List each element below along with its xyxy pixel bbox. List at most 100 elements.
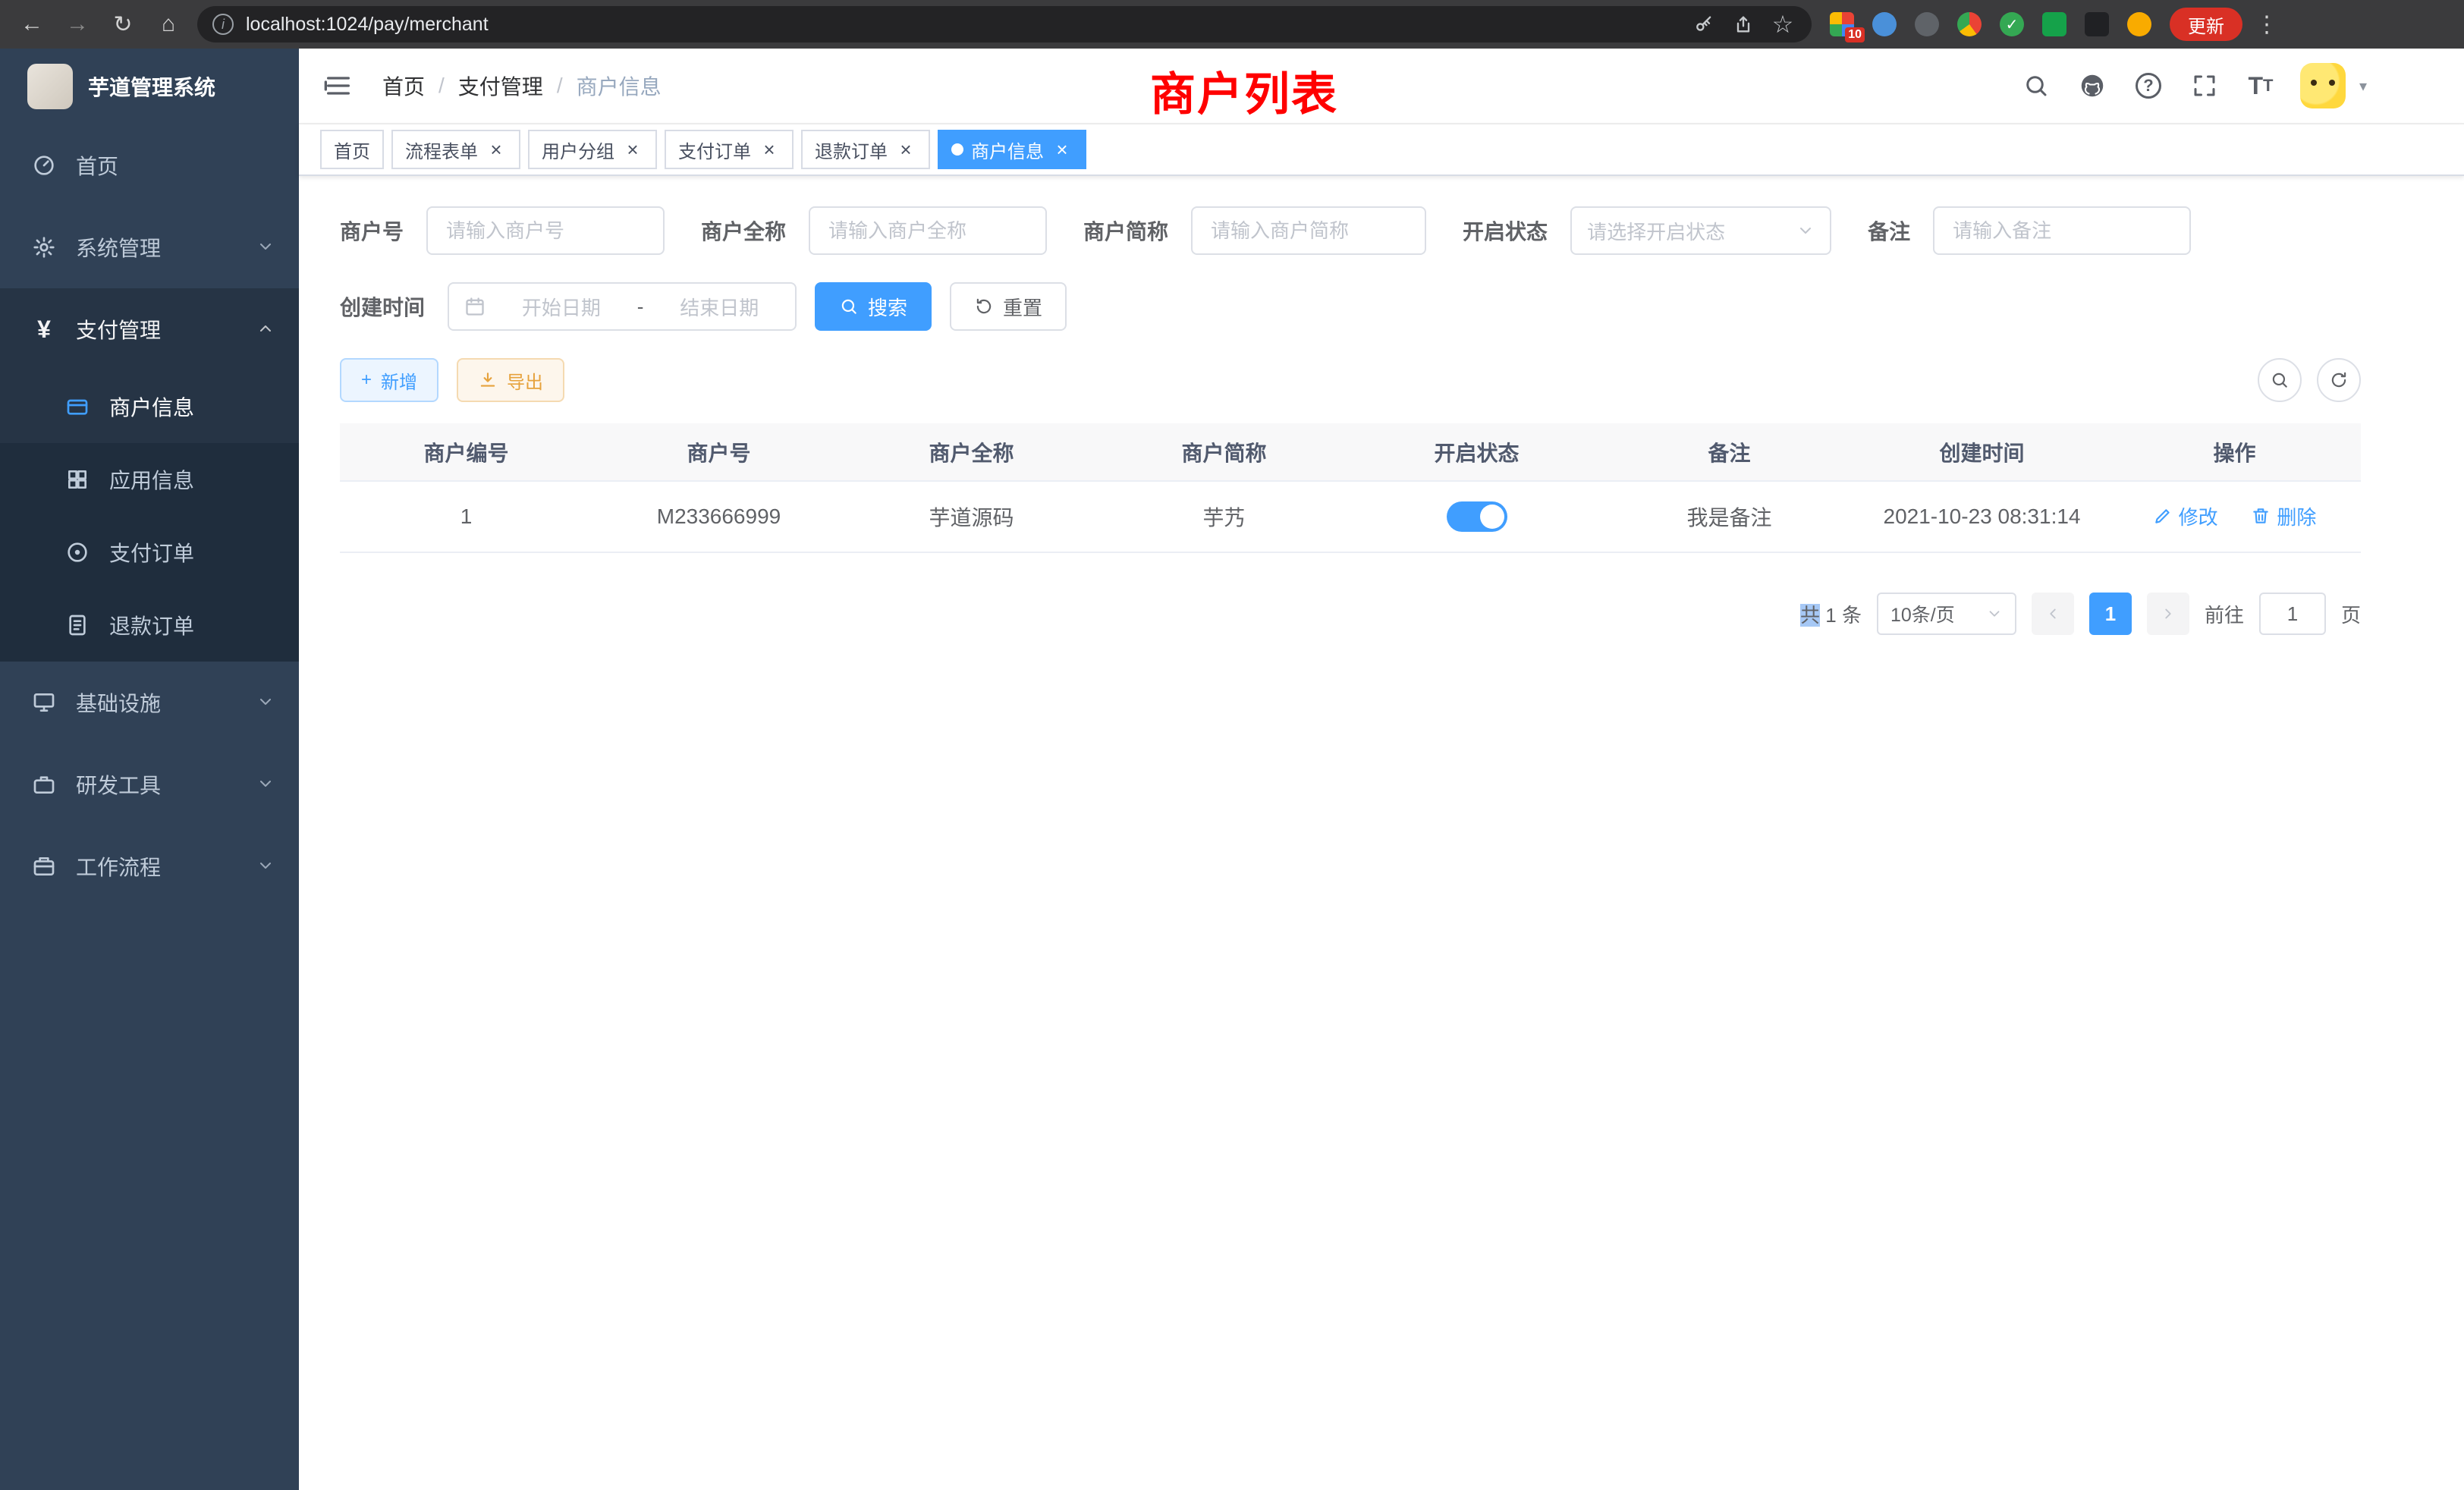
address-bar[interactable]: i localhost:1024/pay/merchant ☆ [197, 6, 1812, 42]
merchant-no-input[interactable] [426, 206, 665, 255]
delete-link[interactable]: 删除 [2251, 502, 2316, 530]
github-icon[interactable] [2076, 69, 2109, 102]
tab-close-icon[interactable]: × [486, 139, 507, 160]
credit-card-icon [64, 393, 91, 420]
sidebar-item-dev-tools[interactable]: 研发工具 [0, 743, 299, 825]
prev-page-button[interactable] [2032, 593, 2074, 635]
tab-pay-order[interactable]: 支付订单 × [665, 130, 794, 169]
remark-input[interactable] [1933, 206, 2191, 255]
extension-icon-face[interactable] [2127, 12, 2151, 36]
date-start-placeholder: 开始日期 [501, 293, 622, 321]
share-icon[interactable] [1730, 11, 1757, 38]
sidebar-item-merchant-info[interactable]: 商户信息 [0, 370, 299, 443]
sidebar-item-infrastructure[interactable]: 基础设施 [0, 662, 299, 743]
screen: ← → ↻ ⌂ i localhost:1024/pay/merchant ☆ … [0, 0, 2464, 1490]
edit-link[interactable]: 修改 [2153, 502, 2218, 530]
tab-merchant-info[interactable]: 商户信息 × [938, 130, 1086, 169]
chevron-right-icon [2160, 605, 2176, 622]
reset-button[interactable]: 重置 [950, 282, 1067, 331]
refresh-table-button[interactable] [2317, 358, 2361, 402]
sidebar-item-refund-order[interactable]: 退款订单 [0, 589, 299, 662]
fullscreen-icon[interactable] [2188, 69, 2221, 102]
bookmark-star-icon[interactable]: ☆ [1769, 11, 1796, 38]
export-button[interactable]: 导出 [457, 358, 564, 402]
sidebar-logo[interactable]: 芋道管理系统 [0, 49, 299, 124]
filter-label: 商户简称 [1083, 215, 1168, 246]
goto-page-input[interactable] [2259, 593, 2326, 635]
browser-forward-icon[interactable]: → [61, 8, 94, 41]
extensions-grid-icon[interactable]: 10 [1830, 12, 1854, 36]
cell-actions: 修改 删除 [2108, 481, 2361, 552]
tab-label: 商户信息 [971, 137, 1044, 163]
tab-close-icon[interactable]: × [1051, 139, 1073, 160]
sidebar-item-pay-order[interactable]: 支付订单 [0, 516, 299, 589]
page-size-select[interactable]: 10条/页 [1877, 593, 2016, 635]
extension-icon-dark-circle[interactable] [1915, 12, 1939, 36]
extension-icon-drop[interactable] [1872, 12, 1897, 36]
date-range-picker[interactable]: 开始日期 - 结束日期 [448, 282, 797, 331]
app-title: 芋道管理系统 [88, 71, 215, 102]
add-button[interactable]: + 新增 [340, 358, 438, 402]
tab-user-group[interactable]: 用户分组 × [528, 130, 657, 169]
help-icon[interactable]: ? [2132, 69, 2165, 102]
breadcrumb: 首页 / 支付管理 / 商户信息 [382, 71, 662, 101]
tab-process-form[interactable]: 流程表单 × [391, 130, 520, 169]
sidebar-item-label: 系统管理 [76, 232, 161, 262]
tab-close-icon[interactable]: × [895, 139, 916, 160]
search-button[interactable]: 搜索 [815, 282, 932, 331]
sidebar-item-system[interactable]: 系统管理 [0, 206, 299, 288]
extension-icon-colorful[interactable] [1957, 12, 1982, 36]
url-text: localhost:1024/pay/merchant [246, 14, 1678, 36]
browser-refresh-icon[interactable]: ↻ [106, 8, 140, 41]
chevron-down-icon [256, 692, 278, 713]
next-page-button[interactable] [2147, 593, 2189, 635]
col-actions: 操作 [2108, 423, 2361, 481]
chevron-down-icon [1986, 605, 2003, 622]
breadcrumb-current: 商户信息 [577, 71, 662, 101]
breadcrumb-payment[interactable]: 支付管理 [458, 71, 543, 101]
navbar: 首页 / 支付管理 / 商户信息 ? [299, 49, 2464, 124]
status-toggle[interactable] [1447, 501, 1507, 532]
delete-trash-icon [2251, 506, 2271, 526]
download-icon [478, 370, 498, 390]
tab-home[interactable]: 首页 [320, 130, 384, 169]
pagination-total: 共 1 条 [1800, 600, 1862, 628]
tab-close-icon[interactable]: × [759, 139, 780, 160]
extension-icon-green-square[interactable] [2042, 12, 2066, 36]
short-name-input[interactable] [1191, 206, 1426, 255]
browser-home-icon[interactable]: ⌂ [152, 8, 185, 41]
breadcrumb-separator: / [438, 74, 445, 98]
chrome-update-button[interactable]: 更新 [2170, 8, 2242, 41]
tab-close-icon[interactable]: × [622, 139, 643, 160]
avatar[interactable] [2300, 63, 2346, 108]
hamburger-icon[interactable] [322, 69, 355, 102]
status-select[interactable]: 请选择开启状态 [1570, 206, 1831, 255]
full-name-input[interactable] [809, 206, 1047, 255]
chrome-menu-icon[interactable]: ⋮ [2255, 11, 2279, 38]
sidebar-item-app-info[interactable]: 应用信息 [0, 443, 299, 516]
page-number-button[interactable]: 1 [2089, 593, 2132, 635]
site-info-icon[interactable]: i [212, 14, 234, 35]
table-row: 1 M233666999 芋道源码 芋艿 我是备注 2021-10-23 08:… [340, 481, 2361, 552]
browser-back-icon[interactable]: ← [15, 8, 49, 41]
sidebar-item-workflow[interactable]: 工作流程 [0, 825, 299, 907]
search-icon[interactable] [2019, 69, 2053, 102]
tab-refund-order[interactable]: 退款订单 × [801, 130, 930, 169]
toggle-search-button[interactable] [2258, 358, 2302, 402]
password-key-icon[interactable] [1690, 11, 1718, 38]
tab-label: 首页 [334, 137, 370, 163]
font-size-icon[interactable]: TT [2244, 69, 2277, 102]
breadcrumb-home[interactable]: 首页 [382, 71, 425, 101]
avatar-caret-icon[interactable]: ▾ [2359, 77, 2367, 96]
main-area: 首页 / 支付管理 / 商户信息 ? [299, 49, 2464, 1490]
cell-full-name: 芋道源码 [845, 481, 1098, 552]
extension-icon-green-check[interactable]: ✓ [2000, 12, 2024, 36]
extension-icon-tampermonkey[interactable] [2085, 12, 2109, 36]
active-tab-dot [951, 143, 963, 156]
target-icon [64, 539, 91, 566]
sidebar-item-home[interactable]: 首页 [0, 124, 299, 206]
navbar-right: ? TT ▾ [2019, 63, 2367, 108]
toolbox-icon [30, 771, 58, 798]
sidebar-item-payment[interactable]: ¥ 支付管理 [0, 288, 299, 370]
table-toolbar: + 新增 导出 [340, 358, 2361, 402]
